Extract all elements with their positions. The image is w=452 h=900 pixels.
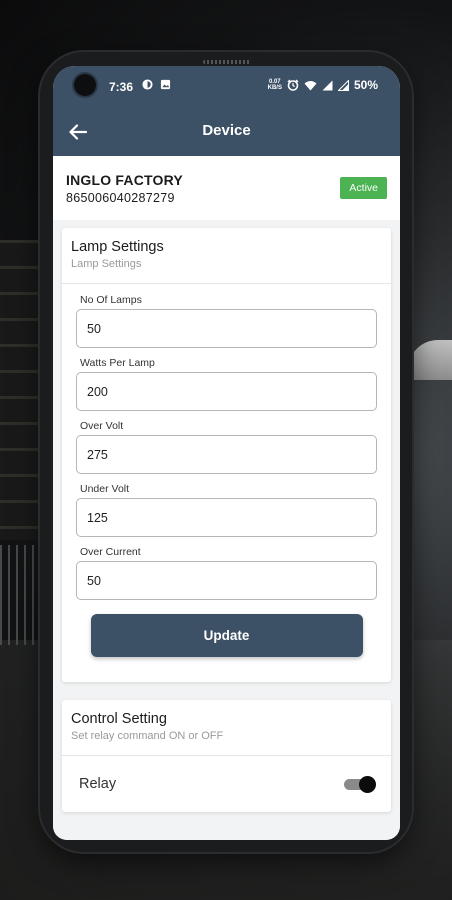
- status-icons: 0.07 KB/S 50%: [268, 78, 378, 92]
- field-label: No Of Lamps: [80, 294, 142, 306]
- app-bar: Device: [53, 108, 400, 156]
- lamp-settings-header: Lamp Settings Lamp Settings: [62, 228, 391, 284]
- status-badge: Active: [340, 177, 387, 199]
- control-setting-header: Control Setting Set relay command ON or …: [62, 700, 391, 756]
- device-id: 865006040287279: [66, 191, 175, 205]
- background-fence: [0, 545, 45, 645]
- phone-speaker: [203, 60, 251, 64]
- wifi-icon: [304, 80, 317, 90]
- field-watts-per-lamp: Watts Per Lamp: [76, 357, 377, 411]
- field-over-volt: Over Volt: [76, 420, 377, 474]
- status-bar: 7:36 0.07 KB/S 50%: [53, 66, 400, 108]
- main-content: INGLO FACTORY 865006040287279 Active Lam…: [53, 156, 400, 840]
- phone-screen: 7:36 0.07 KB/S 50% Device INGLO FACTORY …: [53, 66, 400, 840]
- watts-per-lamp-input[interactable]: [76, 372, 377, 411]
- image-notification-icon: [160, 79, 171, 90]
- status-time: 7:36: [109, 80, 134, 94]
- background-post: [0, 240, 40, 540]
- device-name: INGLO FACTORY: [66, 172, 183, 188]
- relay-toggle[interactable]: [344, 776, 376, 793]
- field-label: Over Volt: [80, 420, 124, 432]
- data-speed: 0.07 KB/S: [267, 79, 282, 91]
- signal-secondary-icon: [337, 79, 349, 91]
- over-current-input[interactable]: [76, 561, 377, 600]
- app-notification-icon: [142, 79, 153, 90]
- alarm-icon: [287, 79, 299, 91]
- relay-label: Relay: [79, 776, 117, 792]
- lamp-settings-card: Lamp Settings Lamp Settings No Of Lamps …: [62, 228, 391, 682]
- background-lamp: [408, 340, 452, 380]
- control-setting-subtitle: Set relay command ON or OFF: [71, 730, 224, 742]
- page-title: Device: [202, 122, 251, 139]
- signal-icon: [322, 80, 333, 90]
- over-volt-input[interactable]: [76, 435, 377, 474]
- lamp-settings-subtitle: Lamp Settings: [71, 258, 142, 270]
- relay-row: Relay: [62, 756, 391, 812]
- control-setting-title: Control Setting: [71, 711, 167, 727]
- lamp-settings-title: Lamp Settings: [71, 239, 164, 255]
- device-header: INGLO FACTORY 865006040287279 Active: [53, 156, 400, 220]
- toggle-knob: [359, 776, 376, 793]
- under-volt-input[interactable]: [76, 498, 377, 537]
- battery-percent: 50%: [353, 78, 378, 92]
- update-button[interactable]: Update: [90, 614, 363, 657]
- field-no-of-lamps: No Of Lamps: [76, 294, 377, 348]
- field-under-volt: Under Volt: [76, 483, 377, 537]
- field-label: Watts Per Lamp: [80, 357, 155, 369]
- lamp-settings-form: No Of Lamps Watts Per Lamp Over Volt Und…: [62, 284, 391, 682]
- front-camera: [74, 74, 96, 96]
- no-of-lamps-input[interactable]: [76, 309, 377, 348]
- field-over-current: Over Current: [76, 546, 377, 600]
- field-label: Over Current: [80, 546, 141, 558]
- field-label: Under Volt: [80, 483, 130, 495]
- control-setting-card: Control Setting Set relay command ON or …: [62, 700, 391, 812]
